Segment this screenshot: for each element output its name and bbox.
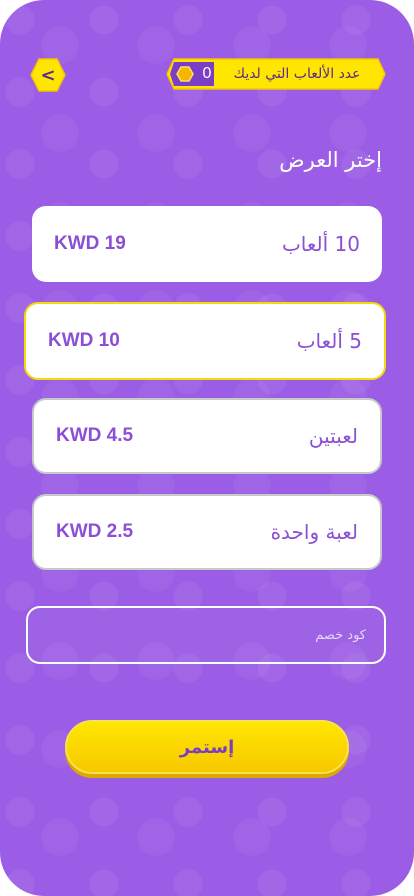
offer-10-games[interactable]: KWD 19 10 ألعاب xyxy=(32,206,382,282)
offer-price: KWD 10 xyxy=(48,330,120,351)
continue-button[interactable]: إستمر xyxy=(65,720,349,774)
offer-5-games-selected[interactable]: KWD 10 5 ألعاب xyxy=(24,302,386,380)
games-count-badge: 0 عدد الألعاب التي لديك xyxy=(166,58,386,90)
offer-price: KWD 19 xyxy=(54,233,126,254)
offer-name: لعبة واحدة xyxy=(270,520,358,544)
back-button[interactable]: < xyxy=(30,58,66,92)
offer-name: 10 ألعاب xyxy=(281,232,360,256)
offer-2-games[interactable]: KWD 4.5 لعبتين xyxy=(32,398,382,474)
offer-name: 5 ألعاب xyxy=(296,329,362,353)
section-title: إختر العرض xyxy=(279,148,382,172)
offer-price: KWD 2.5 xyxy=(56,521,134,542)
games-count-label: عدد الألعاب التي لديك xyxy=(233,66,361,82)
chevron-left-icon: < xyxy=(40,64,56,86)
discount-code-input[interactable] xyxy=(26,606,386,664)
games-count: 0 xyxy=(202,65,212,82)
offer-name: لعبتين xyxy=(308,424,358,448)
offer-price: KWD 4.5 xyxy=(56,425,134,446)
offer-1-game[interactable]: KWD 2.5 لعبة واحدة xyxy=(32,494,382,570)
offers-screen: < 0 عدد الألعاب التي لديك إختر العرض KWD… xyxy=(0,0,414,896)
